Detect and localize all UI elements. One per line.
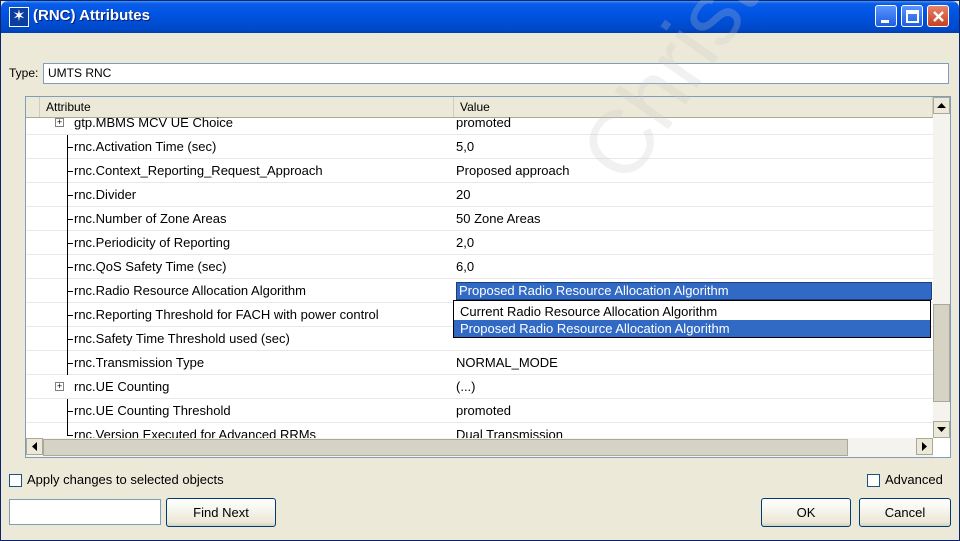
advanced-label: Advanced <box>885 472 943 487</box>
tree-line <box>67 423 68 435</box>
table-row[interactable]: + gtp.MBMS MCV UE Choice promoted <box>26 111 933 135</box>
ok-button[interactable]: OK <box>761 498 851 527</box>
expand-plus-icon[interactable]: + <box>55 118 64 127</box>
horizontal-scrollbar[interactable] <box>26 438 933 457</box>
tree-branch <box>67 435 73 436</box>
vertical-scrollbar[interactable] <box>933 97 950 438</box>
tree-branch <box>67 363 73 364</box>
horizontal-scroll-thumb[interactable] <box>43 439 848 456</box>
tree-branch <box>67 411 73 412</box>
arrow-left-icon <box>32 442 37 451</box>
table-row[interactable]: + rnc.UE Counting (...) <box>26 375 933 399</box>
close-button[interactable] <box>927 5 949 27</box>
algorithm-select[interactable]: Proposed Radio Resource Allocation Algor… <box>456 282 932 300</box>
attribute-name: rnc.Safety Time Threshold used (sec) <box>74 331 290 346</box>
type-label: Type: <box>9 66 39 80</box>
maximize-button[interactable] <box>901 5 923 27</box>
attribute-name: rnc.Radio Resource Allocation Algorithm <box>74 283 306 298</box>
attribute-name: rnc.UE Counting <box>74 379 170 394</box>
tree-branch <box>67 291 73 292</box>
attribute-name: rnc.Activation Time (sec) <box>74 139 217 154</box>
attribute-name: rnc.Number of Zone Areas <box>74 211 227 226</box>
dropdown-option-proposed[interactable]: Proposed Radio Resource Allocation Algor… <box>454 320 930 337</box>
tree-branch <box>67 315 73 316</box>
attribute-value[interactable]: 6,0 <box>456 259 474 274</box>
vertical-scroll-thumb[interactable] <box>933 304 950 402</box>
attribute-name: rnc.QoS Safety Time (sec) <box>74 259 227 274</box>
title-bar[interactable]: ✶ (RNC) Attributes <box>1 1 959 33</box>
table-row[interactable]: rnc.Periodicity of Reporting 2,0 <box>26 231 933 255</box>
expand-plus-icon[interactable]: + <box>55 382 64 391</box>
scroll-right-button[interactable] <box>916 438 933 455</box>
tree-branch <box>67 219 73 220</box>
algorithm-dropdown-list: Current Radio Resource Allocation Algori… <box>453 300 931 338</box>
tree-branch <box>67 243 73 244</box>
dropdown-option-current[interactable]: Current Radio Resource Allocation Algori… <box>454 303 930 320</box>
attribute-name: gtp.MBMS MCV UE Choice <box>74 115 233 130</box>
cancel-button[interactable]: Cancel <box>859 498 951 527</box>
attribute-value[interactable]: 50 Zone Areas <box>456 211 541 226</box>
app-star-icon: ✶ <box>9 7 29 27</box>
attribute-value[interactable]: 20 <box>456 187 470 202</box>
tree-branch <box>67 267 73 268</box>
attribute-name: rnc.Context_Reporting_Request_Approach <box>74 163 323 178</box>
window-title: (RNC) Attributes <box>33 7 150 24</box>
tree-branch <box>67 195 73 196</box>
table-row[interactable]: rnc.QoS Safety Time (sec) 6,0 <box>26 255 933 279</box>
arrow-up-icon <box>937 103 946 108</box>
apply-changes-label: Apply changes to selected objects <box>27 472 224 487</box>
attribute-value[interactable]: (...) <box>456 379 476 394</box>
tree-branch <box>67 147 73 148</box>
scroll-left-button[interactable] <box>26 438 43 455</box>
attribute-name: rnc.Periodicity of Reporting <box>74 235 231 250</box>
table-row[interactable]: rnc.Transmission Type NORMAL_MODE <box>26 351 933 375</box>
find-next-button[interactable]: Find Next <box>166 498 276 527</box>
table-row[interactable]: rnc.Divider 20 <box>26 183 933 207</box>
table-row[interactable]: rnc.Activation Time (sec) 5,0 <box>26 135 933 159</box>
attribute-name: rnc.Divider <box>74 187 137 202</box>
attribute-value[interactable]: promoted <box>456 403 511 418</box>
arrow-down-icon <box>937 427 946 432</box>
attributes-dialog: ✶ (RNC) Attributes Type: UMTS RNC Attrib… <box>0 0 960 541</box>
tree-branch <box>67 339 73 340</box>
scroll-up-button[interactable] <box>933 97 950 114</box>
minimize-icon <box>881 20 889 23</box>
type-field[interactable]: UMTS RNC <box>43 63 949 84</box>
minimize-button[interactable] <box>875 5 897 27</box>
attribute-value[interactable]: promoted <box>456 115 511 130</box>
tree-branch <box>67 171 73 172</box>
attribute-name: rnc.Reporting Threshold for FACH with po… <box>74 307 379 322</box>
table-row[interactable]: rnc.UE Counting Threshold promoted <box>26 399 933 423</box>
attribute-name: rnc.Transmission Type <box>74 355 205 370</box>
apply-changes-checkbox[interactable] <box>9 474 22 487</box>
attribute-table: Attribute Value + gtp.MBMS MCV UE Choice p… <box>25 96 951 458</box>
arrow-right-icon <box>922 442 927 451</box>
table-row[interactable]: rnc.Context_Reporting_Request_Approach Pr… <box>26 159 933 183</box>
attribute-value[interactable]: 2,0 <box>456 235 474 250</box>
table-row[interactable]: rnc.Number of Zone Areas 50 Zone Areas <box>26 207 933 231</box>
advanced-checkbox[interactable] <box>867 474 880 487</box>
attribute-value[interactable]: NORMAL_MODE <box>456 355 558 370</box>
scroll-down-button[interactable] <box>933 421 950 438</box>
maximize-icon <box>906 10 919 23</box>
find-input[interactable] <box>9 499 161 525</box>
attribute-value[interactable]: Proposed approach <box>456 163 569 178</box>
attribute-name: rnc.UE Counting Threshold <box>74 403 231 418</box>
attribute-value[interactable]: 5,0 <box>456 139 474 154</box>
close-icon <box>933 11 944 22</box>
